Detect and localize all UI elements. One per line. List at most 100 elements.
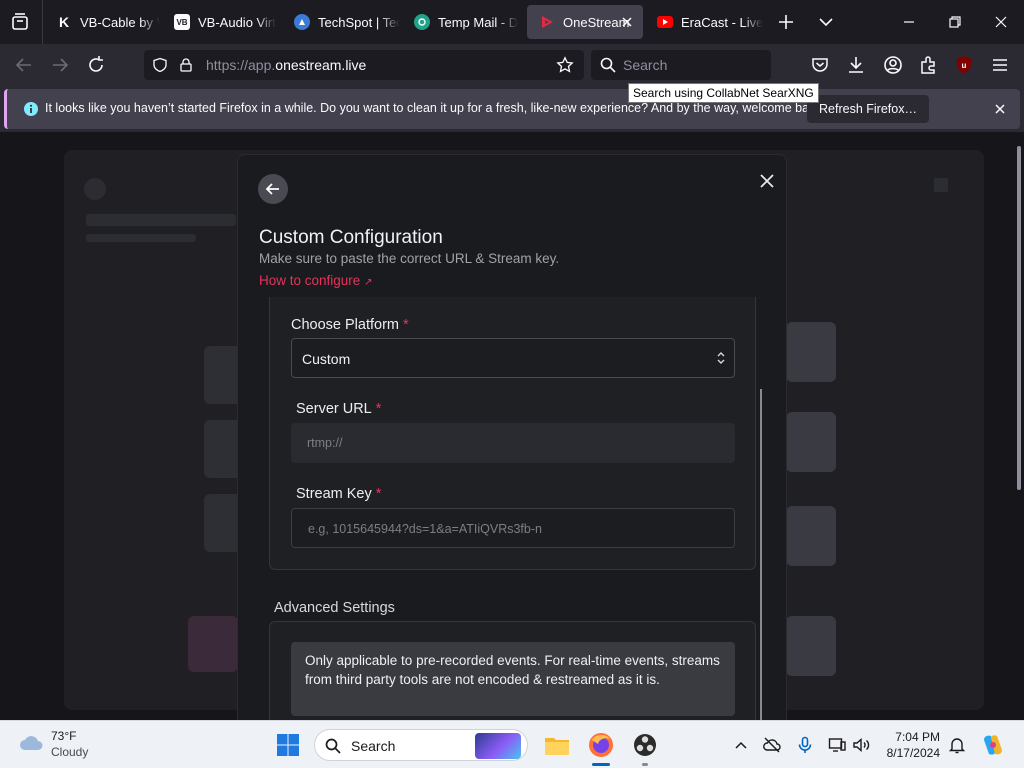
taskbar-search-label: Search	[351, 738, 396, 754]
modal-scrollbar[interactable]	[760, 389, 762, 720]
notification-bar: It looks like you haven’t started Firefo…	[0, 86, 1024, 132]
modal-title: Custom Configuration	[259, 227, 443, 248]
reload-icon[interactable]	[84, 53, 108, 77]
tab-separator	[42, 0, 43, 44]
copilot-icon[interactable]	[980, 732, 1006, 758]
display-icon[interactable]	[827, 735, 847, 755]
server-url-input[interactable]: rtmp://	[291, 423, 735, 463]
tab-onestream[interactable]: OneStream	[527, 5, 643, 39]
list-all-tabs-icon[interactable]	[8, 10, 32, 34]
weather-temperature[interactable]: 73°F	[51, 729, 76, 743]
pocket-icon[interactable]	[808, 53, 832, 77]
extensions-icon[interactable]	[917, 53, 941, 77]
url-text[interactable]: https://app.onestream.live	[206, 57, 366, 73]
cloud-icon[interactable]	[18, 733, 44, 753]
windows-taskbar: 73°F Cloudy Search 7:04 PM 8/17/2024	[0, 720, 1024, 768]
external-link-icon: ↗	[364, 277, 373, 288]
server-url-placeholder: rtmp://	[307, 436, 343, 450]
new-tab-icon[interactable]	[775, 11, 797, 33]
search-icon	[324, 737, 342, 755]
download-icon[interactable]	[844, 53, 868, 77]
techspot-icon	[294, 14, 310, 30]
close-tab-icon[interactable]	[619, 14, 635, 30]
search-input[interactable]: Search	[591, 50, 771, 80]
tab-vb-audio[interactable]: VB VB-Audio Virt	[162, 5, 280, 39]
running-app-indicator	[642, 763, 648, 766]
forward-arrow-icon[interactable]	[48, 53, 72, 77]
weather-condition[interactable]: Cloudy	[51, 745, 88, 759]
obs-icon[interactable]	[630, 730, 660, 760]
tab-title: VB-Cable by V	[80, 14, 160, 30]
close-icon[interactable]	[992, 101, 1008, 117]
file-explorer-icon[interactable]	[542, 730, 572, 760]
required-marker: *	[375, 486, 382, 502]
tab-title: VB-Audio Virt	[198, 14, 276, 30]
hamburger-menu-icon[interactable]	[988, 53, 1012, 77]
platform-select-value: Custom	[302, 351, 351, 367]
volume-icon[interactable]	[851, 735, 871, 755]
system-clock[interactable]: 7:04 PM 8/17/2024	[870, 729, 940, 761]
shield-icon[interactable]	[152, 57, 168, 73]
custom-configuration-modal: Custom Configuration Make sure to paste …	[237, 154, 787, 720]
account-icon[interactable]	[881, 53, 905, 77]
svg-text:u: u	[962, 61, 967, 70]
tempmail-icon	[414, 14, 430, 30]
youtube-icon	[657, 14, 673, 30]
bookmark-star-icon[interactable]	[556, 56, 574, 74]
close-window-icon[interactable]	[990, 11, 1012, 33]
refresh-firefox-notification: It looks like you haven’t started Firefo…	[4, 89, 1020, 129]
url-domain: onestream.live	[275, 57, 367, 73]
select-arrows-icon	[716, 350, 726, 366]
clock-date: 8/17/2024	[886, 746, 940, 760]
tab-title: Temp Mail - D	[438, 14, 519, 30]
clock-time: 7:04 PM	[895, 730, 940, 744]
chevron-up-icon[interactable]	[731, 735, 751, 755]
info-icon	[23, 101, 39, 117]
stream-key-placeholder: e.g, 1015645944?ds=1&a=ATIiQVRs3fb-n	[308, 522, 542, 536]
link-label: How to configure	[259, 273, 361, 288]
url-prefix: https://app.	[206, 57, 276, 73]
advanced-settings-note: Only applicable to pre-recorded events. …	[291, 642, 735, 716]
k-logo-icon: K	[58, 14, 70, 30]
restore-icon[interactable]	[944, 11, 966, 33]
chevron-down-icon[interactable]	[815, 11, 837, 33]
firefox-icon[interactable]	[586, 730, 616, 760]
microphone-icon[interactable]	[795, 735, 815, 755]
modal-back-button[interactable]	[258, 174, 288, 204]
tab-title: TechSpot | Tec	[318, 14, 400, 30]
tab-temp-mail[interactable]: Temp Mail - D	[402, 5, 520, 39]
background-title	[86, 214, 236, 226]
background-button	[786, 506, 836, 566]
refresh-firefox-button[interactable]: Refresh Firefox…	[807, 95, 929, 123]
tab-eracast[interactable]: EraCast - Live	[645, 5, 763, 39]
ublock-icon[interactable]: u	[952, 53, 976, 77]
search-icon	[599, 56, 617, 74]
stream-key-input[interactable]: e.g, 1015645944?ds=1&a=ATIiQVRs3fb-n	[291, 508, 735, 548]
background-button	[786, 616, 836, 676]
tab-vb-cable[interactable]: K VB-Cable by V	[44, 5, 160, 39]
platform-label: Choose Platform *	[291, 317, 409, 333]
cloud-offline-icon[interactable]	[762, 735, 782, 755]
platform-select[interactable]: Custom	[291, 338, 735, 378]
arrow-left-icon	[265, 183, 279, 195]
modal-close-icon[interactable]	[757, 171, 777, 191]
background-button	[786, 412, 836, 472]
background-instagram-tile	[188, 616, 238, 672]
windows-start-icon[interactable]	[276, 733, 300, 757]
back-arrow-icon[interactable]	[12, 53, 36, 77]
navigation-toolbar: https://app.onestream.live Search u 8	[0, 44, 1024, 107]
address-bar[interactable]: https://app.onestream.live	[144, 50, 584, 80]
taskbar-search[interactable]: Search	[314, 729, 528, 761]
background-button	[786, 322, 836, 382]
background-back-icon	[84, 178, 106, 200]
required-marker: *	[403, 317, 409, 333]
advanced-settings-heading: Advanced Settings	[274, 600, 395, 616]
tab-techspot[interactable]: TechSpot | Tec	[282, 5, 400, 39]
minimize-icon[interactable]	[898, 11, 920, 33]
lock-icon[interactable]	[178, 57, 194, 73]
how-to-configure-link[interactable]: How to configure ↗	[259, 273, 372, 288]
vb-logo-icon: VB	[174, 14, 190, 30]
notification-bell-icon[interactable]	[947, 735, 967, 755]
page-scrollbar[interactable]	[1017, 146, 1021, 490]
page-viewport: Custom Configuration Make sure to paste …	[0, 132, 1024, 720]
